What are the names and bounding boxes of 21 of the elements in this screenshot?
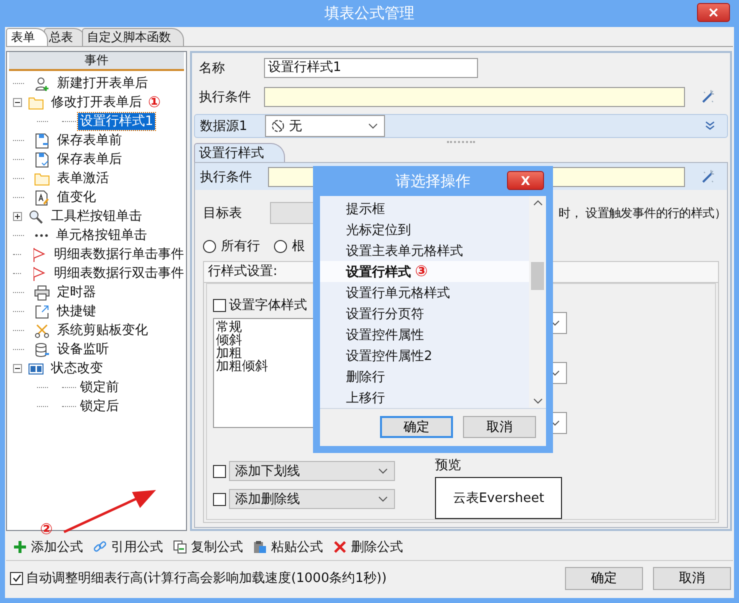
annotation-marker: ② [40, 522, 53, 537]
field-label: 执行条件 [199, 168, 253, 186]
field-label: 执行条件 [198, 89, 252, 106]
dropdown-value: 无 [289, 118, 303, 135]
annotation-marker: ① [148, 95, 161, 110]
radio-label: 所有行 [221, 238, 260, 255]
field-label: 名称 [198, 60, 226, 77]
column-header: 事件 [9, 52, 184, 71]
hint-text: 时， 设置触发事件的行的样式） [558, 204, 726, 222]
annotation-marker: ③ [415, 264, 428, 279]
field-label: 目标表 [202, 205, 243, 222]
checkbox-label: 设置字体样式 [229, 297, 307, 314]
dropdown-value: 添加下划线 [235, 463, 301, 480]
dialog-title: 请选择操作 [396, 172, 470, 190]
preview-label: 预览 [435, 457, 462, 474]
dropdown-value: 添加删除线 [235, 491, 301, 508]
preview-text: 云表Eversheet [452, 490, 544, 507]
window-title: 填表公式管理 [324, 4, 414, 23]
checkbox-label: 自动调整明细表行高(计算行高会影响加载速度(1000条约1秒)) [26, 570, 387, 587]
field-label: 数据源1 [199, 118, 248, 135]
radio-label: 根 [292, 238, 305, 255]
